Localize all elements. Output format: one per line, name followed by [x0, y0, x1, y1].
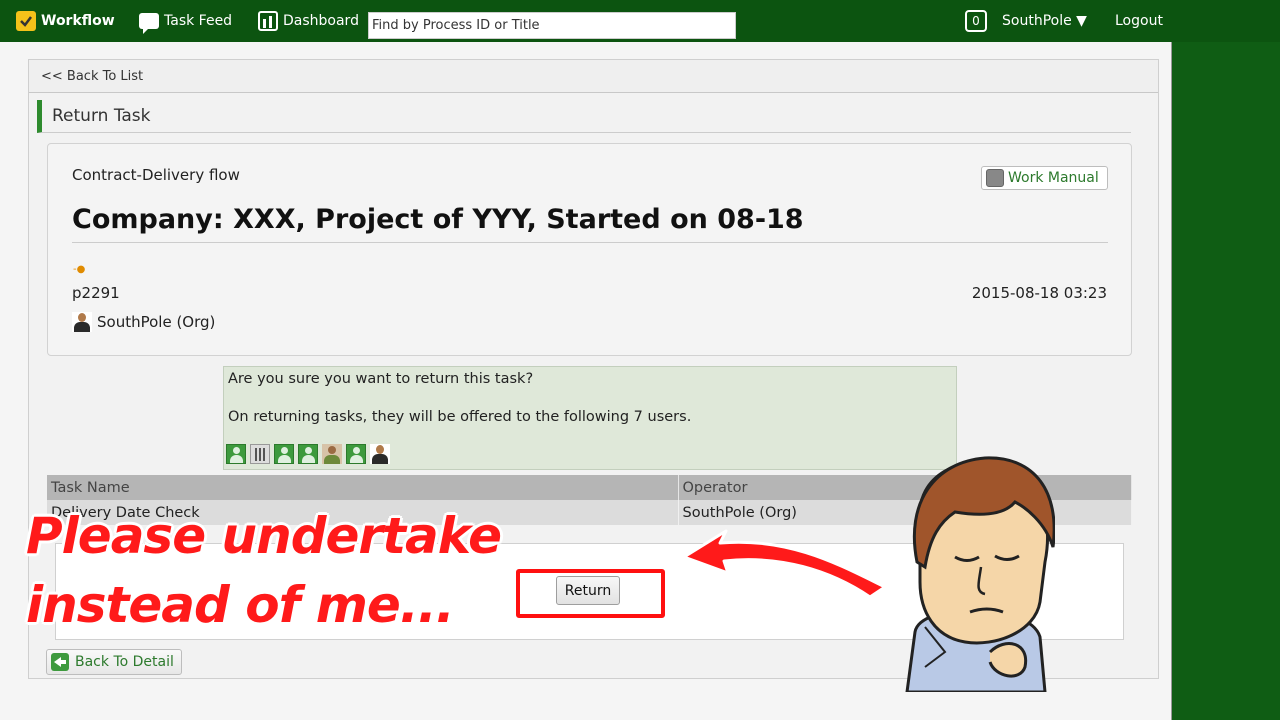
- logout-label: Logout: [1115, 13, 1163, 29]
- logout-link[interactable]: Logout: [1115, 0, 1163, 42]
- top-nav-bar: Workflow Task Feed Dashboard 0 SouthPole…: [0, 0, 1280, 42]
- back-to-detail-label: Back To Detail: [75, 654, 174, 670]
- process-card: Contract-Delivery flow Work Manual Compa…: [47, 143, 1132, 356]
- confirm-info: On returning tasks, they will be offered…: [228, 409, 692, 425]
- return-confirmation: Are you sure you want to return this tas…: [223, 366, 957, 470]
- dashboard-icon: [258, 11, 278, 31]
- app-name: Workflow: [41, 13, 115, 29]
- notification-count: 0: [965, 10, 987, 32]
- back-to-detail-button[interactable]: Back To Detail: [46, 649, 182, 675]
- user-avatar: [370, 444, 390, 464]
- process-title: Company: XXX, Project of YYY, Started on…: [72, 204, 804, 235]
- work-manual-button[interactable]: Work Manual: [981, 166, 1108, 190]
- dashboard-label: Dashboard: [283, 13, 359, 29]
- highlight-box: [516, 569, 665, 618]
- page-title: Return Task: [37, 100, 1131, 133]
- owner-name: SouthPole (Org): [97, 313, 216, 331]
- workflow-home-link[interactable]: Workflow: [16, 0, 115, 42]
- process-owner: SouthPole (Org): [72, 312, 215, 332]
- start-date: 2015-08-18 03:23: [971, 284, 1107, 302]
- checkmark-logo-icon: [16, 11, 36, 31]
- col-task-name: Task Name: [47, 475, 679, 500]
- red-arrow-icon: [682, 529, 887, 599]
- back-to-list-link[interactable]: << Back To List: [29, 60, 1158, 93]
- back-arrow-icon: [51, 653, 69, 671]
- process-id: p2291: [72, 284, 120, 302]
- user-menu[interactable]: SouthPole ▼: [1002, 0, 1087, 42]
- user-avatar: [346, 444, 366, 464]
- owner-avatar: [72, 312, 92, 332]
- task-feed-label: Task Feed: [164, 13, 233, 29]
- sad-man-illustration-icon: [905, 456, 1055, 692]
- status-dot: -●: [73, 264, 86, 275]
- manual-book-icon: [986, 169, 1004, 187]
- search-input[interactable]: [368, 12, 736, 39]
- confirm-question: Are you sure you want to return this tas…: [228, 371, 534, 387]
- annotation-line-2: instead of me...: [26, 576, 455, 634]
- user-avatar: [226, 444, 246, 464]
- annotation-line-1: Please undertake: [26, 507, 502, 565]
- user-menu-label: SouthPole ▼: [1002, 13, 1087, 29]
- task-feed-link[interactable]: Task Feed: [139, 0, 232, 42]
- user-avatar: [322, 444, 342, 464]
- flow-name: Contract-Delivery flow: [72, 166, 240, 184]
- user-avatar: [274, 444, 294, 464]
- user-avatar: [298, 444, 318, 464]
- user-avatar: [250, 444, 270, 464]
- chat-bubble-icon: [139, 13, 159, 34]
- work-manual-label: Work Manual: [1008, 170, 1099, 186]
- title-divider: [72, 242, 1108, 243]
- dashboard-link[interactable]: Dashboard: [258, 0, 359, 42]
- notification-badge[interactable]: 0: [965, 0, 987, 42]
- candidate-users: [226, 444, 390, 464]
